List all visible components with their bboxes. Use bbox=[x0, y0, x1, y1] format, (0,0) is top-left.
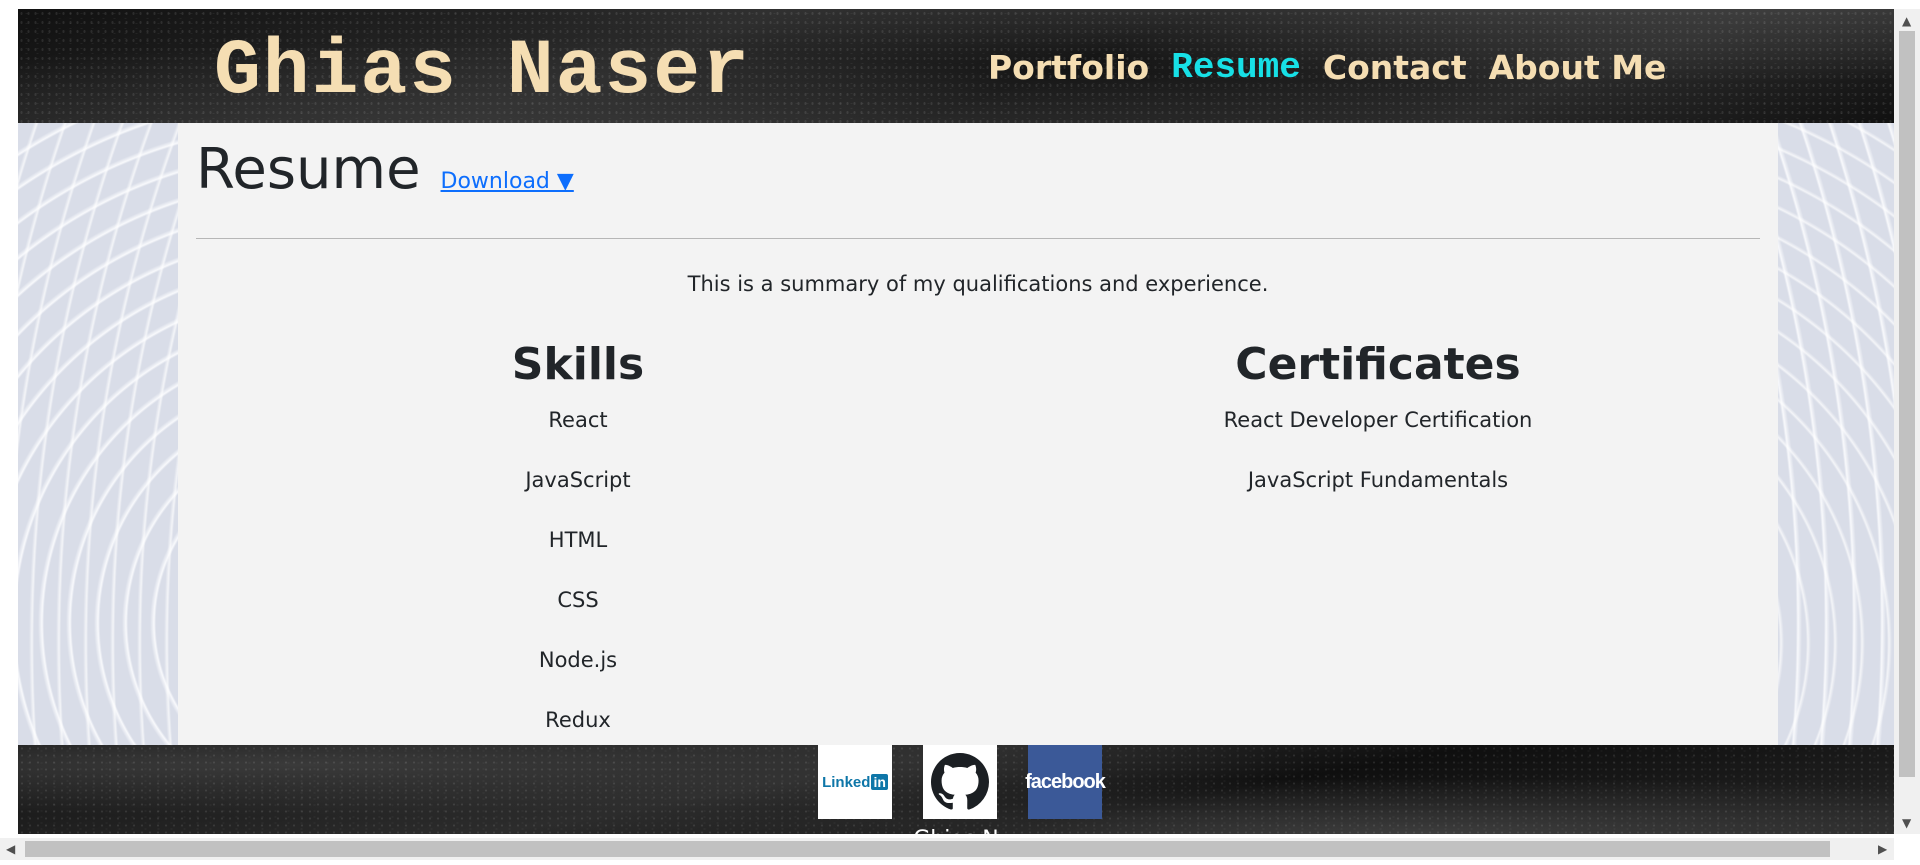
skills-section: Skills React JavaScript HTML CSS Node.js… bbox=[178, 323, 978, 745]
site-title: Ghias Naser bbox=[214, 28, 751, 116]
list-item: JavaScript Fundamentals bbox=[1247, 468, 1509, 492]
social-links: Linked in facebook bbox=[818, 745, 1106, 819]
vertical-scrollbar-thumb[interactable] bbox=[1899, 31, 1915, 777]
github-icon bbox=[931, 753, 989, 810]
certificates-section: Certificates React Developer Certificati… bbox=[978, 323, 1778, 525]
horizontal-scrollbar[interactable]: ◀ ▶ bbox=[0, 838, 1894, 860]
download-link[interactable]: Download ▼ bbox=[441, 169, 574, 194]
list-item: CSS bbox=[557, 588, 599, 612]
list-item: Redux bbox=[545, 708, 611, 732]
skills-heading: Skills bbox=[511, 339, 645, 390]
scroll-right-arrow-icon[interactable]: ▶ bbox=[1878, 843, 1887, 855]
list-item: React Developer Certification bbox=[1223, 408, 1533, 432]
skills-list: React JavaScript HTML CSS Node.js Redux bbox=[178, 405, 978, 735]
resume-card: Resume Download ▼ This is a summary of m… bbox=[178, 123, 1778, 745]
nav-about-me[interactable]: About Me bbox=[1489, 47, 1667, 89]
list-item: React bbox=[548, 408, 608, 432]
site-header: Ghias Naser Portfolio Resume Contact Abo… bbox=[18, 9, 1894, 123]
github-link[interactable] bbox=[923, 745, 997, 819]
heading-row: Resume Download ▼ bbox=[196, 135, 574, 205]
nav-resume[interactable]: Resume bbox=[1171, 47, 1301, 89]
facebook-icon: facebook bbox=[1025, 770, 1106, 793]
scroll-left-arrow-icon[interactable]: ◀ bbox=[6, 843, 15, 855]
linkedin-icon: Linked in bbox=[822, 773, 888, 791]
page-viewport: Ghias Naser Portfolio Resume Contact Abo… bbox=[18, 9, 1894, 834]
horizontal-scrollbar-thumb[interactable] bbox=[25, 841, 1830, 857]
scroll-down-arrow-icon[interactable]: ▼ bbox=[1902, 817, 1911, 829]
footer-name: Ghias N bbox=[18, 825, 1894, 834]
certificates-list: React Developer Certification JavaScript… bbox=[978, 405, 1778, 495]
divider bbox=[196, 238, 1760, 239]
nav-portfolio[interactable]: Portfolio bbox=[988, 47, 1149, 89]
window-edge bbox=[0, 0, 18, 838]
list-item: HTML bbox=[548, 528, 608, 552]
site-footer: Linkedin facebook Ghias N bbox=[18, 745, 1894, 834]
summary-text: This is a summary of my qualifications a… bbox=[687, 272, 1269, 296]
page-title: Resume bbox=[196, 137, 421, 202]
vertical-scrollbar[interactable]: ▲ ▼ bbox=[1894, 9, 1920, 834]
nav-contact[interactable]: Contact bbox=[1323, 47, 1467, 89]
list-item: Node.js bbox=[538, 648, 618, 672]
certificates-heading: Certificates bbox=[1235, 339, 1521, 390]
linkedin-link[interactable]: Linked in bbox=[818, 745, 892, 819]
facebook-link[interactable]: facebook bbox=[1025, 745, 1106, 819]
scroll-up-arrow-icon[interactable]: ▲ bbox=[1902, 15, 1911, 27]
list-item: JavaScript bbox=[525, 468, 631, 492]
main-nav: Portfolio Resume Contact About Me bbox=[988, 47, 1666, 89]
